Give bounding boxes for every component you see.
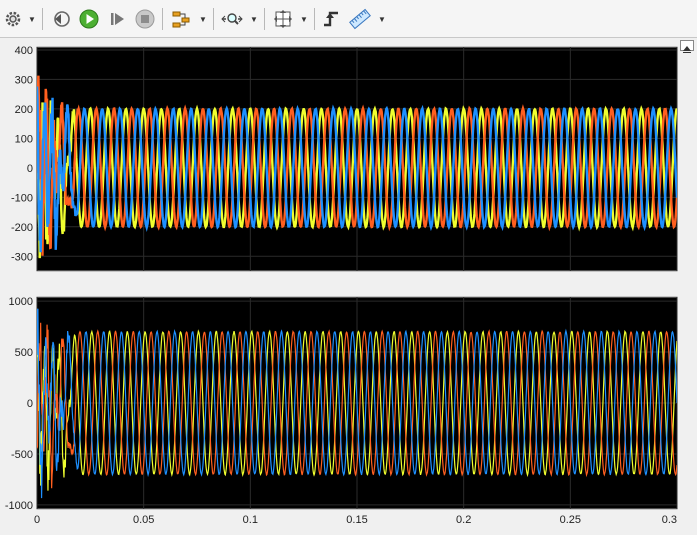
x-tick-label: 0.05 <box>133 514 154 526</box>
measurement-icon[interactable] <box>348 7 372 31</box>
measurement-dropdown-icon[interactable]: ▼ <box>378 15 386 24</box>
step-forward-icon[interactable] <box>106 7 128 31</box>
toolbar-separator <box>162 8 163 30</box>
settings-dropdown-icon[interactable]: ▼ <box>28 15 36 24</box>
toolbar-separator <box>264 8 265 30</box>
scope-toolbar: ▼ ▼ ▼ ▼ ▼ <box>0 0 697 38</box>
y-tick-label: 1000 <box>9 296 33 308</box>
settings-icon[interactable] <box>2 7 24 31</box>
x-tick-label: 0.3 <box>662 514 677 526</box>
run-icon[interactable] <box>78 7 100 31</box>
y-tick-label: -1000 <box>5 500 33 512</box>
x-tick-label: 0.2 <box>456 514 471 526</box>
toolbar-separator <box>42 8 43 30</box>
toolbar-separator <box>213 8 214 30</box>
toolbar-separator <box>314 8 315 30</box>
fit-to-view-icon[interactable] <box>271 7 295 31</box>
x-tick-label: 0 <box>34 514 40 526</box>
zoom-icon[interactable] <box>220 7 244 31</box>
x-tick-label: 0.1 <box>243 514 258 526</box>
y-tick-label: 0 <box>27 163 33 175</box>
y-tick-label: 300 <box>15 74 33 86</box>
step-back-icon[interactable] <box>50 7 72 31</box>
y-tick-label: 0 <box>27 398 33 410</box>
zoom-dropdown-icon[interactable]: ▼ <box>250 15 258 24</box>
undock-icon[interactable] <box>680 40 694 53</box>
x-tick-label: 0.25 <box>560 514 581 526</box>
y-tick-label: 400 <box>15 45 33 57</box>
y-tick-label: 500 <box>15 347 33 359</box>
fit-to-view-dropdown-icon[interactable]: ▼ <box>300 15 308 24</box>
y-tick-label: -300 <box>11 251 33 263</box>
y-tick-label: 200 <box>15 104 33 116</box>
y-tick-label: -500 <box>11 449 33 461</box>
y-tick-label: -100 <box>11 192 33 204</box>
triggers-icon[interactable] <box>320 7 342 31</box>
signal-selector-dropdown-icon[interactable]: ▼ <box>199 15 207 24</box>
scope-panel-1[interactable]: -300 -200 -100 0 100 200 300 400 <box>11 45 678 272</box>
scope-panel-2[interactable]: -1000 -500 0 500 1000 0 0.05 0.1 0.15 0.2 0.25 0.3 <box>5 296 678 526</box>
y-tick-label: 100 <box>15 133 33 145</box>
stop-icon[interactable] <box>134 7 156 31</box>
scope-axes: -300-200-1000100200300400-1000-500050010… <box>5 45 678 526</box>
signal-selector-icon[interactable] <box>170 7 192 31</box>
y-tick-label: -200 <box>11 222 33 234</box>
x-tick-label: 0.15 <box>346 514 367 526</box>
